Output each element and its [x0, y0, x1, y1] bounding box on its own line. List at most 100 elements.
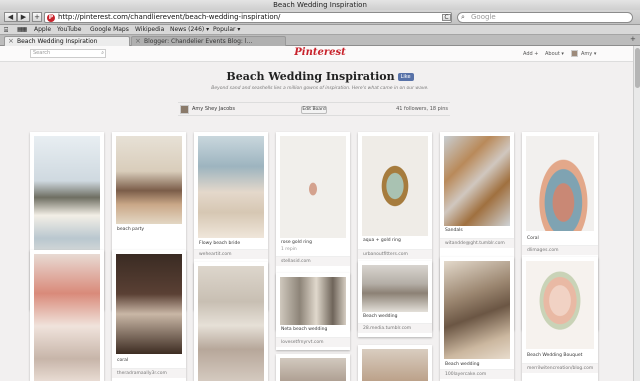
- pin-image[interactable]: [116, 254, 182, 354]
- tab-label: Beach Wedding Inspiration: [17, 38, 98, 45]
- nav-about[interactable]: About ▾: [545, 51, 564, 57]
- board-title-text: Beach Wedding Inspiration: [226, 70, 395, 83]
- pin-source[interactable]: dlimages.com: [522, 245, 598, 255]
- page-scrollbar[interactable]: [633, 46, 640, 381]
- pin-description: Beach Wedding Bouquet: [527, 353, 583, 358]
- pin-image[interactable]: [280, 277, 346, 325]
- like-button[interactable]: Like: [397, 73, 414, 81]
- pin-source[interactable]: merrilwitencreation/blog.com: [522, 363, 598, 373]
- url-text: http://pinterest.com/chandlierevent/beac…: [58, 13, 281, 21]
- pin-card[interactable]: Beach wedding 28.media.tumblr.com: [358, 261, 432, 337]
- bookmark-news[interactable]: News (246) ▾: [170, 25, 209, 35]
- search-placeholder: Google: [471, 13, 496, 21]
- board-stats: 41 followers, 18 pins: [396, 106, 448, 112]
- pinterest-logo[interactable]: Pinterest: [0, 47, 640, 58]
- pin-card[interactable]: [276, 354, 350, 381]
- pin-description: Beach wedding: [363, 314, 398, 319]
- pin-source[interactable]: witandde@ght.tumblr.com: [440, 238, 514, 248]
- pin-image[interactable]: [362, 136, 428, 236]
- address-bar[interactable]: P http://pinterest.com/chandlierevent/be…: [44, 12, 452, 23]
- pin-image[interactable]: [362, 349, 428, 381]
- pin-source[interactable]: stellasid.com: [276, 256, 350, 266]
- top-sites-grid-icon[interactable]: ▦▦: [17, 25, 27, 35]
- nav-user[interactable]: Amy ▾: [581, 51, 596, 57]
- pin-source[interactable]: weheartit.com: [194, 249, 268, 259]
- pin-card[interactable]: Beach wedding 100layercake.com: [440, 257, 514, 381]
- pin-card[interactable]: [358, 345, 432, 381]
- pin-source[interactable]: 28.media.tumblr.com: [358, 323, 432, 333]
- bookmarks-book-icon[interactable]: ⌸: [4, 25, 8, 35]
- pin-description: Coral: [527, 236, 539, 241]
- bookmark-google-maps[interactable]: Google Maps: [90, 25, 129, 35]
- pin-source[interactable]: lovesetfrnyrvt.com: [276, 337, 350, 347]
- pin-source[interactable]: urbanoutfitters.com: [358, 249, 432, 259]
- board-description: Beyond sand and seashells lies a million…: [211, 86, 429, 91]
- reload-button[interactable]: C: [442, 14, 451, 21]
- user-avatar[interactable]: [571, 50, 578, 57]
- board-page: Beach Wedding Inspiration Like Beyond san…: [0, 62, 640, 381]
- pin-image[interactable]: [198, 136, 264, 238]
- pin-description: beach party: [117, 227, 145, 232]
- pin-card[interactable]: Beach Wedding Bouquet merrilwitencreatio…: [522, 257, 598, 381]
- tab-label: Blogger: Chandelier Events Blog: l...: [144, 38, 253, 45]
- pin-description: Neta beach wedding: [281, 327, 328, 332]
- pin-image[interactable]: [444, 136, 510, 226]
- add-bookmark-button[interactable]: +: [32, 12, 42, 22]
- pin-image[interactable]: [198, 266, 264, 381]
- pin-source[interactable]: theradramaally3r.com: [112, 368, 186, 378]
- bookmark-wikipedia[interactable]: Wikipedia: [135, 25, 164, 35]
- browser-toolbar: ◀ ▶ + P http://pinterest.com/chandlierev…: [0, 10, 640, 25]
- pin-card[interactable]: Neta beach wedding lovesetfrnyrvt.com: [276, 273, 350, 350]
- pin-image[interactable]: [526, 261, 594, 349]
- forward-icon: ▶: [20, 13, 27, 21]
- pin-card[interactable]: coral theradramaally3r.com: [112, 250, 186, 381]
- scrollbar-thumb[interactable]: [635, 48, 640, 88]
- pin-repins: 1 repin: [281, 247, 297, 252]
- board-meta: Amy Shey Jacobs Edit Board 41 followers,…: [178, 102, 450, 116]
- pinterest-header: Search ⌕ Pinterest Add + About ▾ Amy ▾: [0, 46, 640, 62]
- pin-card[interactable]: [194, 262, 268, 381]
- back-icon: ◀: [7, 13, 14, 21]
- pin-image[interactable]: [362, 265, 428, 312]
- pin-image[interactable]: [34, 254, 100, 381]
- board-author[interactable]: Amy Shey Jacobs: [192, 106, 235, 112]
- bookmarks-bar: ⌸ ▦▦ Apple YouTube Google Maps Wikipedia…: [0, 25, 640, 35]
- pin-description: Beach wedding: [445, 362, 480, 367]
- pinterest-favicon-icon: P: [47, 14, 55, 22]
- pin-description: rose gold ring: [281, 240, 313, 245]
- bookmark-youtube[interactable]: YouTube: [57, 25, 81, 35]
- pin-image[interactable]: [280, 136, 346, 238]
- pin-source[interactable]: 100layercake.com: [440, 369, 514, 379]
- bookmark-apple[interactable]: Apple: [34, 25, 51, 35]
- pin-image[interactable]: [34, 136, 100, 264]
- nav-add[interactable]: Add +: [523, 51, 538, 57]
- tab-beach-wedding[interactable]: × Beach Wedding Inspiration: [4, 36, 130, 46]
- tab-bar: × Beach Wedding Inspiration × Blogger: C…: [0, 35, 640, 46]
- close-tab-icon[interactable]: ×: [135, 37, 141, 46]
- pin-image[interactable]: [444, 261, 510, 359]
- pin-description: Sandals: [445, 228, 463, 233]
- back-button[interactable]: ◀: [4, 12, 17, 22]
- plus-icon: +: [34, 13, 40, 21]
- window-titlebar: Beach Wedding Inspiration: [0, 0, 640, 10]
- pin-description: Flowy beach bride: [199, 241, 241, 246]
- pin-description: aqua + gold ring: [363, 238, 401, 243]
- google-search-field[interactable]: ⌕ Google: [457, 12, 633, 23]
- pin-image[interactable]: [526, 136, 594, 231]
- pin-card[interactable]: [30, 250, 104, 381]
- magnifier-icon: ⌕: [461, 13, 465, 21]
- bookmark-popular[interactable]: Popular ▾: [213, 25, 240, 35]
- close-tab-icon[interactable]: ×: [8, 37, 14, 46]
- new-tab-icon[interactable]: +: [630, 35, 636, 43]
- window-title: Beach Wedding Inspiration: [273, 1, 367, 9]
- pin-image[interactable]: [116, 136, 182, 224]
- forward-button[interactable]: ▶: [17, 12, 30, 22]
- avatar[interactable]: [180, 105, 189, 114]
- tab-blogger[interactable]: × Blogger: Chandelier Events Blog: l...: [131, 36, 286, 46]
- pin-image[interactable]: [280, 358, 346, 381]
- board-title: Beach Wedding Inspiration Like: [0, 70, 640, 83]
- pin-description: coral: [117, 358, 129, 363]
- edit-board-button[interactable]: Edit Board: [301, 106, 327, 114]
- reload-icon: C: [444, 14, 449, 21]
- browser-window: Beach Wedding Inspiration ◀ ▶ + P http:/…: [0, 0, 640, 381]
